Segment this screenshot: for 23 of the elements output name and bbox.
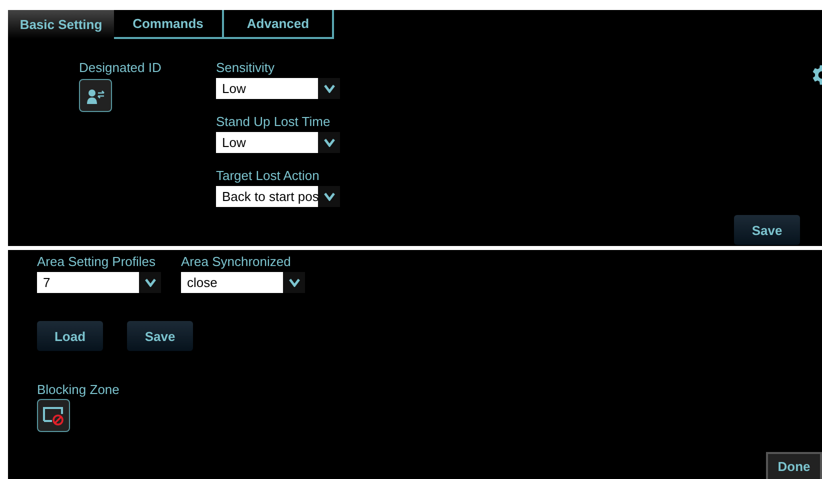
load-button[interactable]: Load <box>37 321 103 351</box>
tab[interactable]: Advanced <box>224 10 334 39</box>
tab[interactable]: Commands <box>114 10 224 39</box>
designated-id-button[interactable] <box>79 79 112 112</box>
blocked-area-icon <box>42 406 64 426</box>
chevron-down-icon <box>288 278 300 287</box>
save-button[interactable]: Save <box>127 321 193 351</box>
chevron-down-icon <box>144 278 156 287</box>
blocking-zone-button[interactable] <box>37 399 70 432</box>
field-label: Target Lost Action <box>216 168 320 183</box>
field-label: Stand Up Lost Time <box>216 114 332 129</box>
chevron-down-icon <box>324 84 334 93</box>
tab[interactable]: Basic Setting <box>8 10 114 39</box>
person-swap-icon <box>86 88 104 104</box>
save-button[interactable]: Save <box>734 215 800 245</box>
field-label: Designated ID <box>79 60 162 75</box>
field-label: Area Setting Profiles <box>37 254 157 269</box>
done-button[interactable]: Done <box>766 452 822 479</box>
field-label: Blocking Zone <box>37 382 120 397</box>
chevron-down-icon <box>324 138 334 147</box>
field-label: Area Synchronized <box>181 254 292 269</box>
field-label: Sensitivity <box>216 60 276 75</box>
chevron-down-icon <box>324 192 334 201</box>
